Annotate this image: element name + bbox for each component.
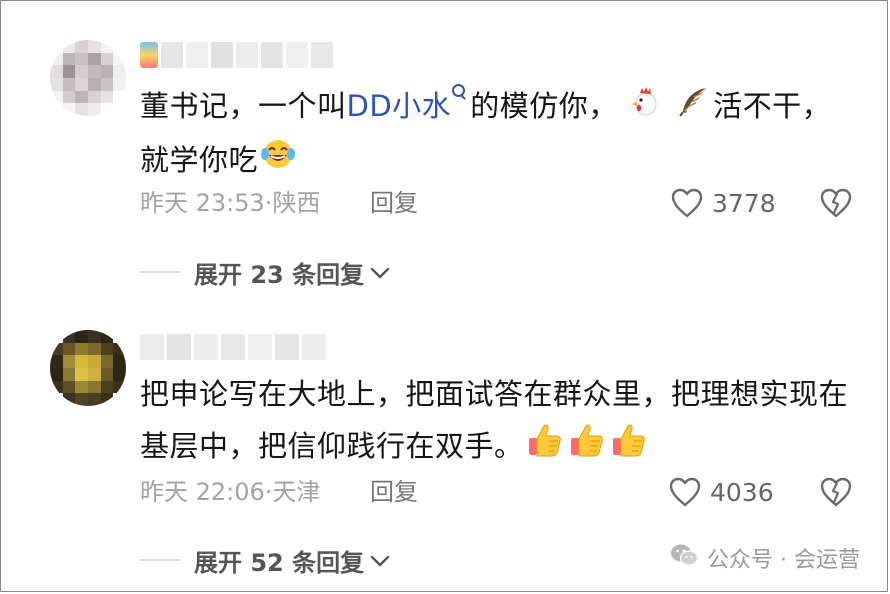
- comment-text-line2: 就学你吃: [140, 143, 259, 177]
- comment-location: 天津: [272, 478, 321, 506]
- comment-text-tail: 活不干，: [713, 89, 832, 123]
- like-button[interactable]: 4036: [668, 475, 774, 509]
- comment-text: 董书记，一个叫DD小水 的模仿你， 活不干， 就学你吃: [140, 80, 860, 188]
- laughing-tears-icon: [260, 136, 296, 188]
- divider: [140, 271, 180, 273]
- dislike-icon[interactable]: [819, 186, 853, 220]
- expand-replies-label[interactable]: 展开 52 条回复: [194, 543, 364, 578]
- heart-icon[interactable]: [668, 476, 702, 508]
- comment-time: 昨天 23:53: [140, 189, 265, 217]
- rooster-icon: [629, 82, 663, 134]
- heart-icon[interactable]: [670, 187, 704, 219]
- wechat-icon: [669, 542, 699, 574]
- avatar[interactable]: [50, 40, 126, 116]
- username-blurred[interactable]: [140, 334, 326, 360]
- comment-text-mid: 的模仿你，: [470, 89, 618, 123]
- expand-replies-label[interactable]: 展开 23 条回复: [194, 255, 364, 290]
- divider: [140, 559, 180, 561]
- like-count: 3778: [712, 188, 776, 218]
- reply-button[interactable]: 回复: [370, 186, 418, 220]
- dislike-icon[interactable]: [819, 475, 853, 509]
- comment-text-line2: 基层中，把信仰践行在双手。: [140, 429, 524, 463]
- comment-meta: 昨天 23:53·陕西: [140, 186, 320, 220]
- username-blurred[interactable]: [140, 42, 333, 68]
- like-button[interactable]: 3778: [670, 186, 776, 220]
- chevron-down-icon[interactable]: [370, 546, 390, 574]
- comment-meta: 昨天 22:06·天津: [140, 475, 320, 509]
- like-count: 4036: [710, 477, 774, 507]
- search-icon[interactable]: [452, 84, 466, 102]
- thumbs-up-icon: [526, 421, 564, 475]
- expand-replies[interactable]: 展开 52 条回复: [140, 543, 390, 577]
- feather-icon: [677, 82, 711, 134]
- comment-time: 昨天 22:06: [140, 478, 265, 506]
- comment-text-line1: 把申论写在大地上，把面试答在群众里，把理想实现在: [140, 377, 849, 411]
- chevron-down-icon[interactable]: [370, 258, 390, 286]
- comment-text: 把申论写在大地上，把面试答在群众里，把理想实现在 基层中，把信仰践行在双手。: [140, 368, 860, 475]
- thumbs-up-icon: [610, 421, 648, 475]
- watermark: 公众号 · 会运营: [669, 542, 860, 574]
- mention-link[interactable]: DD小水: [347, 89, 452, 123]
- thumbs-up-icon: [568, 421, 606, 475]
- avatar[interactable]: [50, 330, 126, 406]
- expand-replies[interactable]: 展开 23 条回复: [140, 255, 390, 289]
- watermark-text: 公众号 · 会运营: [707, 548, 860, 573]
- comment-location: 陕西: [272, 189, 321, 217]
- comment-text-lead: 董书记，一个叫: [140, 89, 347, 123]
- reply-button[interactable]: 回复: [370, 475, 418, 509]
